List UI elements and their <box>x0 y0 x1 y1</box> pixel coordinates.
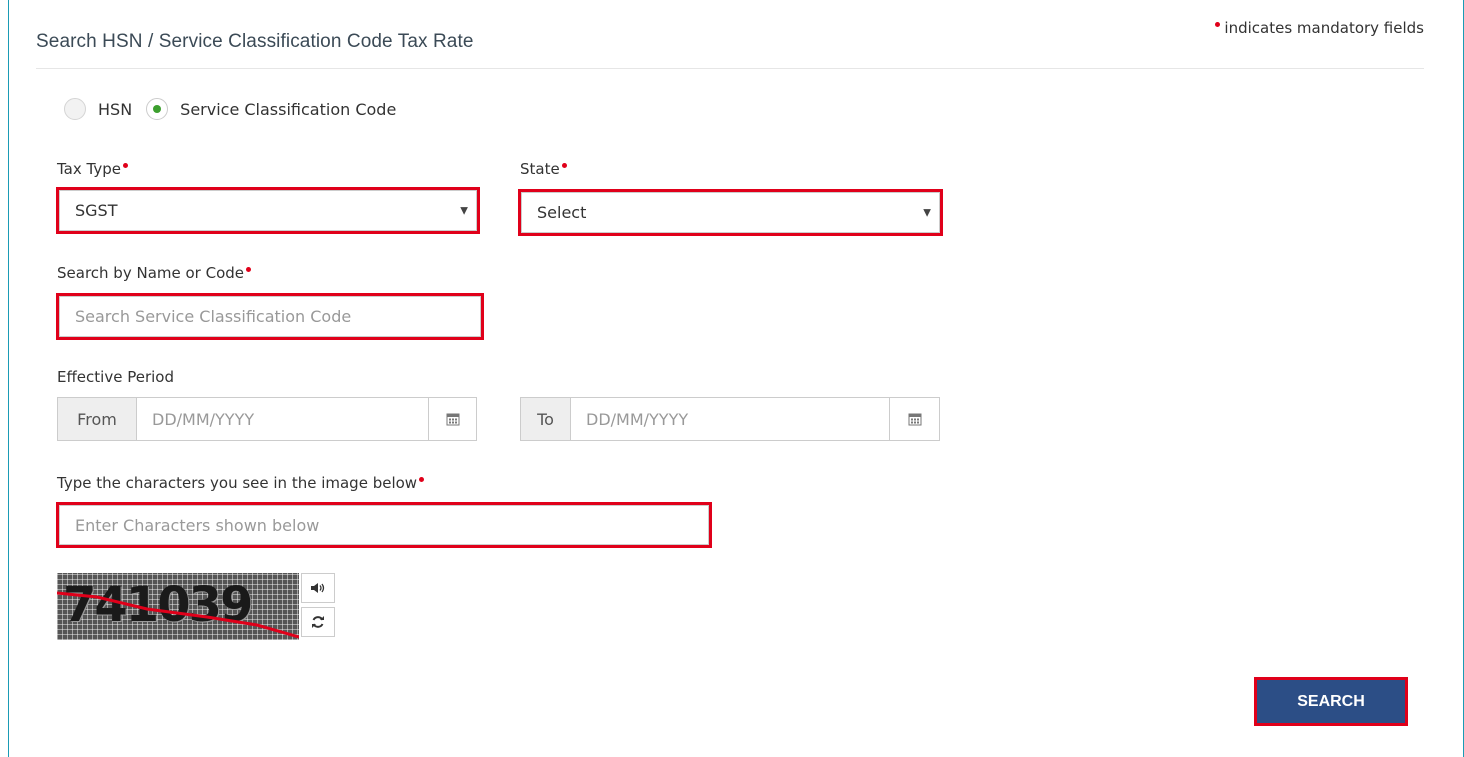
search-by-placeholder: Search Service Classification Code <box>75 307 352 326</box>
captcha-input[interactable]: Enter Characters shown below <box>56 502 712 548</box>
captcha-image: 741039 <box>57 573 299 640</box>
hsn-radio-label[interactable]: HSN <box>98 100 132 119</box>
caret-down-icon: ▼ <box>923 207 931 218</box>
to-date-input[interactable]: DD/MM/YYYY <box>571 397 890 441</box>
required-dot-icon <box>419 477 425 482</box>
required-dot-icon <box>246 267 252 272</box>
tax-type-select-value: SGST <box>75 201 118 220</box>
state-select-value: Select <box>537 203 587 222</box>
state-label: State <box>520 160 567 178</box>
to-calendar-button[interactable] <box>890 397 940 441</box>
calendar-icon <box>908 413 921 426</box>
mandatory-note: indicates mandatory fields <box>1215 19 1424 37</box>
captcha-strike-line <box>57 591 299 639</box>
captcha-label: Type the characters you see in the image… <box>57 474 425 492</box>
service-classification-radio-label[interactable]: Service Classification Code <box>180 100 396 119</box>
required-dot-icon <box>122 163 128 168</box>
effective-period-label: Effective Period <box>57 368 174 386</box>
state-select[interactable]: Select ▼ <box>518 189 943 236</box>
page-title: Search HSN / Service Classification Code… <box>36 31 474 52</box>
from-calendar-button[interactable] <box>429 397 477 441</box>
hsn-radio[interactable] <box>64 98 86 120</box>
captcha-audio-button[interactable] <box>301 573 335 603</box>
search-by-label-text: Search by Name or Code <box>57 264 245 282</box>
search-by-input[interactable]: Search Service Classification Code <box>56 293 484 340</box>
captcha-label-text: Type the characters you see in the image… <box>57 474 418 492</box>
tax-type-label: Tax Type <box>57 160 128 178</box>
from-addon: From <box>57 397 137 441</box>
tax-type-label-text: Tax Type <box>57 160 121 178</box>
service-classification-radio[interactable] <box>146 98 169 120</box>
calendar-icon <box>446 413 459 426</box>
tax-type-select[interactable]: SGST ▼ <box>56 187 480 234</box>
search-type-radio-group: HSN Service Classification Code <box>64 98 410 120</box>
captcha-refresh-button[interactable] <box>301 607 335 637</box>
refresh-icon <box>312 616 324 628</box>
mandatory-note-text: indicates mandatory fields <box>1224 19 1424 37</box>
caret-down-icon: ▼ <box>460 205 468 216</box>
to-date-group: To DD/MM/YYYY <box>520 397 940 441</box>
captcha-placeholder: Enter Characters shown below <box>75 515 320 535</box>
state-label-text: State <box>520 160 560 178</box>
required-dot-icon <box>1215 22 1221 27</box>
search-button[interactable]: SEARCH <box>1254 677 1408 726</box>
search-by-label: Search by Name or Code <box>57 264 252 282</box>
volume-icon <box>311 583 325 593</box>
header-divider <box>36 68 1424 69</box>
required-dot-icon <box>561 163 567 168</box>
from-date-group: From DD/MM/YYYY <box>57 397 477 441</box>
from-date-input[interactable]: DD/MM/YYYY <box>137 397 429 441</box>
to-addon: To <box>520 397 571 441</box>
